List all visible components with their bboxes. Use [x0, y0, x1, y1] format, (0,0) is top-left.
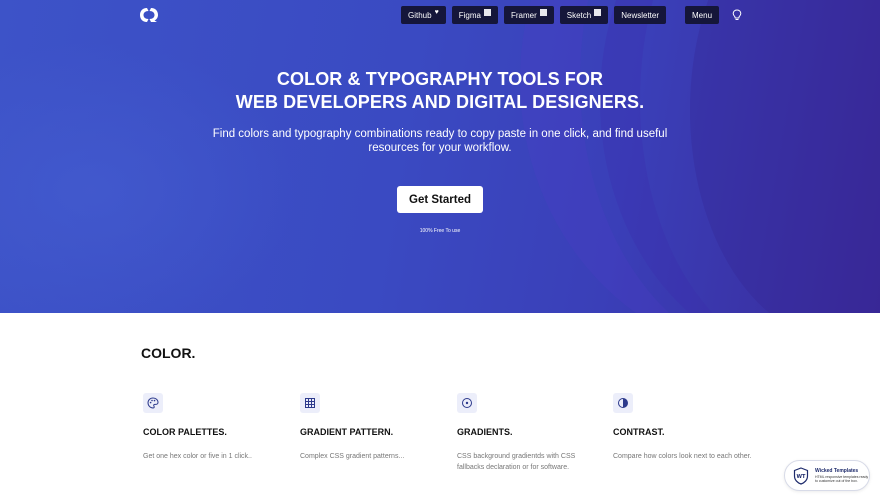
menu-button[interactable]: Menu — [685, 6, 720, 24]
nav-sketch-label: Sketch — [566, 10, 592, 20]
card-icon-box — [143, 393, 163, 413]
free-note: 100% Free To use — [419, 228, 461, 234]
hero-title-line1: COLOR & TYPOGRAPHY TOOLS FOR — [276, 69, 604, 89]
logo-icon[interactable] — [139, 7, 159, 23]
badge-title: Wicked Templates — [815, 467, 859, 474]
external-icon — [594, 8, 602, 16]
card-description: CSS background gradientds with CSS fallb… — [457, 453, 576, 471]
top-nav: Github ♥ Figma Framer Sketch Newsletter … — [401, 6, 725, 24]
wicked-templates-logo-icon: WT — [793, 466, 809, 485]
card-icon-box — [613, 393, 633, 413]
nav-sketch-button[interactable]: Sketch — [559, 6, 609, 24]
card-gradients[interactable]: GRADIENTS. CSS background gradientds wit… — [457, 393, 597, 473]
nav-framer-button[interactable]: Framer — [503, 6, 554, 24]
menu-label: Menu — [692, 10, 713, 20]
card-gradient-pattern[interactable]: GRADIENT PATTERN. Complex CSS gradient p… — [300, 393, 440, 462]
heart-icon: ♥ — [434, 8, 439, 16]
card-description: Complex CSS gradient patterns... — [300, 453, 405, 460]
get-started-button[interactable]: Get Started — [397, 186, 483, 213]
card-title: CONTRAST. — [613, 427, 665, 437]
card-icon-box — [457, 393, 477, 413]
nav-newsletter-label: Newsletter — [621, 10, 660, 20]
nav-newsletter-button[interactable]: Newsletter — [614, 6, 667, 24]
external-icon — [483, 8, 491, 16]
external-icon — [539, 8, 547, 16]
card-description: Compare how colors look next to each oth… — [613, 453, 752, 460]
card-title: COLOR PALETTES. — [143, 427, 227, 437]
nav-figma-label: Figma — [458, 10, 481, 20]
card-description: Get one hex color or five in 1 click.. — [143, 453, 252, 460]
card-icon-box — [300, 393, 320, 413]
palette-icon — [147, 397, 159, 409]
target-icon — [462, 398, 472, 408]
hero-subtitle: Find colors and typography combinations … — [212, 128, 668, 154]
hero-section: Github ♥ Figma Framer Sketch Newsletter … — [0, 0, 880, 313]
contrast-icon — [618, 398, 628, 408]
nav-framer-label: Framer — [510, 10, 537, 20]
card-title: GRADIENT PATTERN. — [300, 427, 394, 437]
grid-icon — [305, 398, 315, 408]
badge-text: Wicked Templates HTML responsive templat… — [815, 468, 869, 484]
card-contrast[interactable]: CONTRAST. Compare how colors look next t… — [613, 393, 753, 462]
nav-github-button[interactable]: Github ♥ — [401, 6, 446, 24]
card-title: GRADIENTS. — [457, 427, 513, 437]
hero-title-line2: WEB DEVELOPERS AND DIGITAL DESIGNERS. — [235, 92, 645, 112]
nav-github-label: Github — [408, 10, 432, 20]
hero-title: COLOR & TYPOGRAPHY TOOLS FOR WEB DEVELOP… — [0, 68, 880, 114]
card-color-palettes[interactable]: COLOR PALETTES. Get one hex color or fiv… — [143, 393, 283, 462]
lightbulb-icon[interactable] — [732, 9, 742, 21]
badge-description: HTML responsive templates ready to custo… — [815, 474, 869, 484]
color-section-title: COLOR. — [141, 345, 196, 361]
nav-figma-button[interactable]: Figma — [451, 6, 498, 24]
wicked-templates-logo-text: WT — [797, 474, 807, 480]
wicked-templates-badge[interactable]: WT Wicked Templates HTML responsive temp… — [784, 460, 870, 491]
